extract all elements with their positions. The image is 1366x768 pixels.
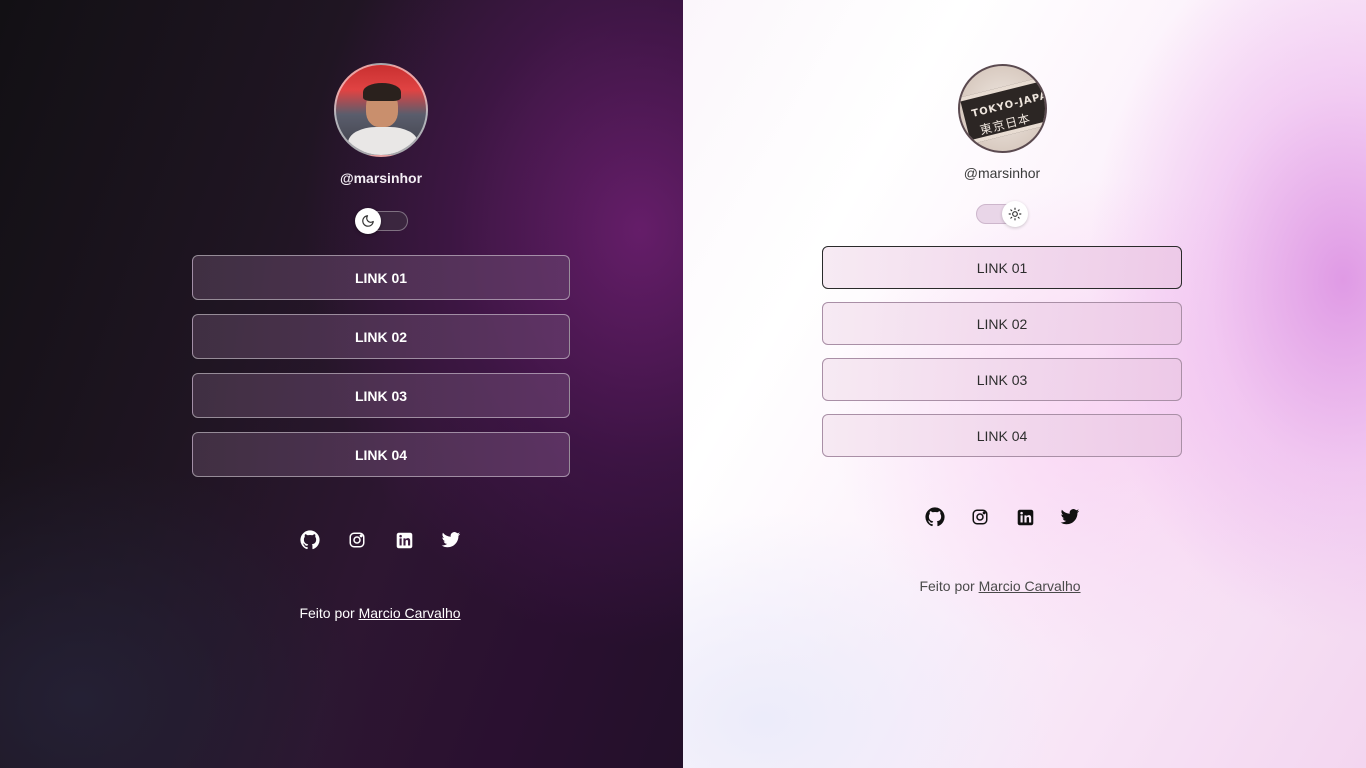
username: @marsinhor <box>963 165 1041 181</box>
github-icon[interactable] <box>925 507 945 527</box>
link-button-2[interactable]: LINK 02 <box>822 302 1182 345</box>
footer-prefix: Feito por <box>919 578 979 594</box>
light-theme-content: TOKYO-JAPAN 東京日本 @marsinhor LINK 01 LINK… <box>0 0 1366 768</box>
link-button-1[interactable]: LINK 01 <box>822 246 1182 289</box>
avatar-band: TOKYO-JAPAN 東京日本 <box>960 75 1045 145</box>
toggle-knob[interactable] <box>1002 201 1028 227</box>
sun-icon <box>1008 207 1022 221</box>
social-links <box>925 507 1080 527</box>
author-link[interactable]: Marcio Carvalho <box>979 578 1081 594</box>
footer: Feito por Marcio Carvalho <box>850 578 1150 594</box>
linkedin-icon[interactable] <box>1015 507 1035 527</box>
link-button-4[interactable]: LINK 04 <box>822 414 1182 457</box>
theme-toggle[interactable] <box>976 201 1028 227</box>
twitter-icon[interactable] <box>1060 507 1080 527</box>
link-button-3[interactable]: LINK 03 <box>822 358 1182 401</box>
instagram-icon[interactable] <box>970 507 990 527</box>
profile-avatar: TOKYO-JAPAN 東京日本 <box>958 64 1047 153</box>
